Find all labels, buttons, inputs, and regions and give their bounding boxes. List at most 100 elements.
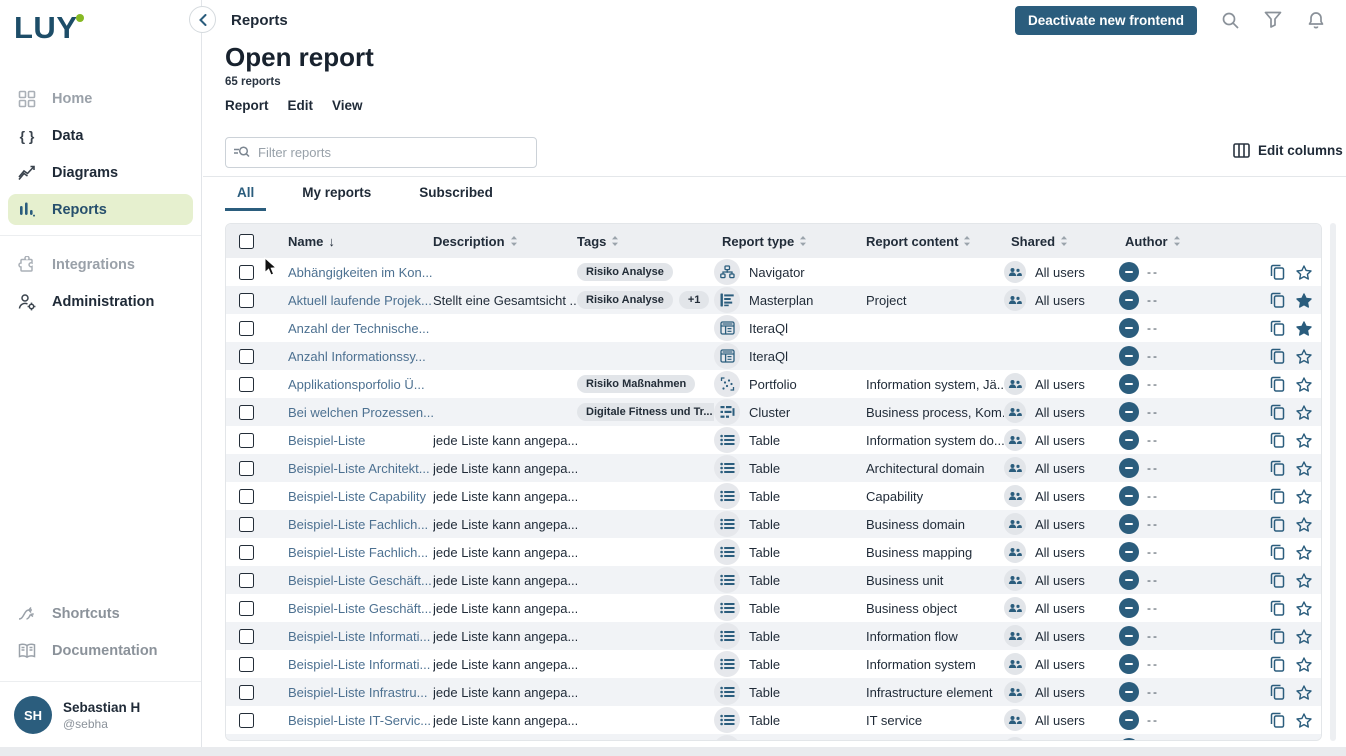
sidebar-item-shortcuts[interactable]: Shortcuts [0, 595, 201, 632]
favorite-star-icon[interactable] [1296, 489, 1312, 504]
copy-report-icon[interactable] [1270, 264, 1285, 280]
report-name-link[interactable]: Aktuell laufende Projek... [288, 293, 432, 308]
favorite-star-icon[interactable] [1296, 545, 1312, 560]
copy-report-icon[interactable] [1270, 544, 1285, 560]
favorite-star-icon[interactable] [1296, 461, 1312, 476]
row-checkbox[interactable] [239, 265, 254, 280]
table-row[interactable]: Beispiel-Liste Infrastru... jede Liste k… [226, 678, 1321, 706]
notifications-bell-icon[interactable] [1307, 11, 1326, 30]
row-checkbox[interactable] [239, 601, 254, 616]
row-checkbox[interactable] [239, 321, 254, 336]
report-name-link[interactable]: Beispiel-Liste Infrastru... [288, 685, 427, 700]
header-report-type[interactable]: Report type [714, 234, 866, 249]
tags-more-pill[interactable]: +1 [679, 291, 710, 309]
report-name-link[interactable]: Anzahl der Technische... [288, 321, 429, 336]
table-row[interactable]: Applikationsporfolio Ü... Risiko Maßnahm… [226, 370, 1321, 398]
edit-columns-button[interactable]: Edit columns [1233, 143, 1343, 158]
report-name-link[interactable]: Beispiel-Liste Informati... [288, 657, 430, 672]
row-checkbox[interactable] [239, 461, 254, 476]
menu-report[interactable]: Report [225, 98, 269, 113]
copy-report-icon[interactable] [1270, 684, 1285, 700]
sidebar-item-reports[interactable]: Reports [8, 194, 193, 225]
row-checkbox[interactable] [239, 629, 254, 644]
header-author[interactable]: Author [1119, 234, 1266, 249]
report-name-link[interactable]: Beispiel-Liste IT-Servic... [288, 713, 431, 728]
favorite-star-icon[interactable] [1296, 573, 1312, 588]
copy-report-icon[interactable] [1270, 600, 1285, 616]
menu-view[interactable]: View [332, 98, 363, 113]
copy-report-icon[interactable] [1270, 488, 1285, 504]
copy-report-icon[interactable] [1270, 320, 1285, 336]
favorite-star-icon[interactable] [1296, 601, 1312, 616]
favorite-star-icon[interactable] [1296, 433, 1312, 448]
table-row[interactable]: Beispiel-Liste Capability jede Liste kan… [226, 482, 1321, 510]
sidebar-item-integrations[interactable]: Integrations [0, 246, 201, 283]
table-row[interactable]: Abhängigkeiten im Kon... Risiko Analyse … [226, 258, 1321, 286]
sidebar-collapse-button[interactable] [189, 6, 216, 33]
table-row[interactable]: Beispiel-Liste Geschäft... jede Liste ka… [226, 594, 1321, 622]
header-name[interactable]: Name ↓ [288, 234, 433, 249]
row-checkbox[interactable] [239, 433, 254, 448]
header-tags[interactable]: Tags [577, 234, 714, 249]
sidebar-item-diagrams[interactable]: Diagrams [0, 154, 201, 191]
deactivate-frontend-button[interactable]: Deactivate new frontend [1015, 6, 1197, 35]
favorite-star-icon[interactable] [1296, 265, 1312, 280]
copy-report-icon[interactable] [1270, 740, 1285, 741]
copy-report-icon[interactable] [1270, 516, 1285, 532]
favorite-star-icon[interactable] [1296, 405, 1312, 420]
vertical-scrollbar[interactable] [1330, 223, 1336, 741]
table-row[interactable]: Table All users -- [226, 734, 1321, 741]
report-name-link[interactable]: Beispiel-Liste Fachlich... [288, 517, 428, 532]
favorite-star-icon[interactable] [1296, 321, 1312, 336]
report-name-link[interactable]: Applikationsporfolio Ü... [288, 377, 425, 392]
sidebar-item-documentation[interactable]: Documentation [0, 632, 201, 669]
report-name-link[interactable]: Beispiel-Liste Geschäft... [288, 601, 432, 616]
sidebar-item-home[interactable]: Home [0, 80, 201, 117]
report-name-link[interactable]: Beispiel-Liste Capability [288, 489, 426, 504]
report-name-link[interactable]: Beispiel-Liste Informati... [288, 629, 430, 644]
copy-report-icon[interactable] [1270, 292, 1285, 308]
report-name-link[interactable]: Beispiel-Liste [288, 433, 365, 448]
copy-report-icon[interactable] [1270, 656, 1285, 672]
tab-all[interactable]: All [225, 177, 266, 211]
row-checkbox[interactable] [239, 349, 254, 364]
select-all-checkbox[interactable] [239, 234, 254, 249]
row-checkbox[interactable] [239, 713, 254, 728]
row-checkbox[interactable] [239, 377, 254, 392]
favorite-star-icon[interactable] [1296, 517, 1312, 532]
table-row[interactable]: Beispiel-Liste Geschäft... jede Liste ka… [226, 566, 1321, 594]
tab-my-reports[interactable]: My reports [290, 177, 383, 211]
report-name-link[interactable]: Abhängigkeiten im Kon... [288, 265, 433, 280]
copy-report-icon[interactable] [1270, 432, 1285, 448]
copy-report-icon[interactable] [1270, 628, 1285, 644]
report-name-link[interactable]: Beispiel-Liste Fachlich... [288, 545, 428, 560]
user-profile[interactable]: SH Sebastian H @sebha [0, 681, 201, 756]
copy-report-icon[interactable] [1270, 404, 1285, 420]
filter-funnel-icon[interactable] [1264, 11, 1283, 30]
favorite-star-icon[interactable] [1296, 685, 1312, 700]
row-checkbox[interactable] [239, 657, 254, 672]
table-row[interactable]: Beispiel-Liste Informati... jede Liste k… [226, 650, 1321, 678]
table-row[interactable]: Aktuell laufende Projek... Stellt eine G… [226, 286, 1321, 314]
row-checkbox[interactable] [239, 293, 254, 308]
tab-subscribed[interactable]: Subscribed [407, 177, 505, 211]
sidebar-item-administration[interactable]: Administration [0, 283, 201, 320]
favorite-star-icon[interactable] [1296, 293, 1312, 308]
row-checkbox[interactable] [239, 545, 254, 560]
sidebar-item-data[interactable]: { } Data [0, 117, 201, 154]
favorite-star-icon[interactable] [1296, 349, 1312, 364]
copy-report-icon[interactable] [1270, 348, 1285, 364]
search-icon[interactable] [1221, 11, 1240, 30]
copy-report-icon[interactable] [1270, 712, 1285, 728]
table-row[interactable]: Bei welchen Prozessen... Digitale Fitnes… [226, 398, 1321, 426]
table-row[interactable]: Beispiel-Liste Architekt... jede Liste k… [226, 454, 1321, 482]
copy-report-icon[interactable] [1270, 460, 1285, 476]
table-row[interactable]: Anzahl der Technische... IteraQl -- [226, 314, 1321, 342]
report-name-link[interactable]: Beispiel-Liste Geschäft... [288, 573, 432, 588]
table-row[interactable]: Beispiel-Liste Informati... jede Liste k… [226, 622, 1321, 650]
menu-edit[interactable]: Edit [288, 98, 314, 113]
favorite-star-icon[interactable] [1296, 629, 1312, 644]
header-report-content[interactable]: Report content [866, 234, 1004, 249]
row-checkbox[interactable] [239, 405, 254, 420]
favorite-star-icon[interactable] [1296, 713, 1312, 728]
